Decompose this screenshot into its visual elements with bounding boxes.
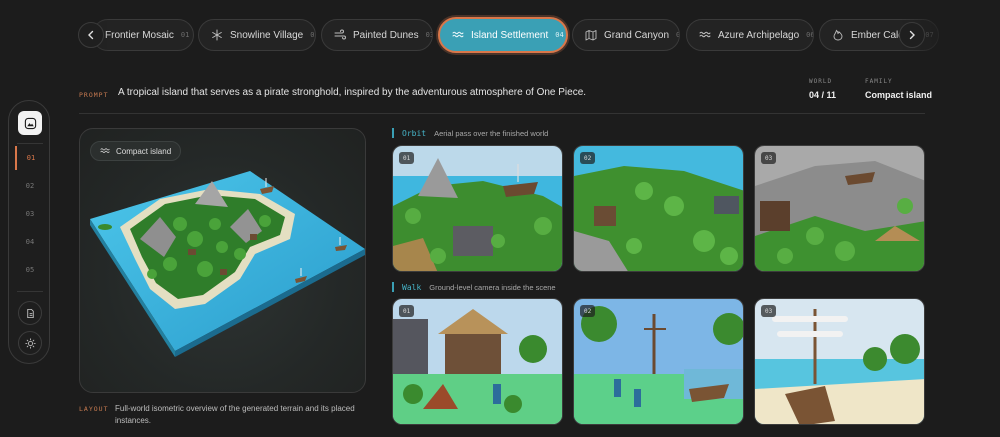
walk-description: Ground-level camera inside the scene [429, 282, 556, 292]
walk-shot-2[interactable]: 02 [573, 298, 744, 425]
wind-icon [334, 29, 346, 41]
walk-title: Walk [402, 282, 422, 292]
tab-azure-archipelago[interactable]: Azure Archipelago 06 [686, 19, 814, 51]
prev-world-button[interactable] [78, 22, 104, 48]
walk-shot-1[interactable]: 01 [392, 298, 563, 425]
tab-label: Frontier Mosaic [105, 29, 174, 41]
rail-step-5[interactable]: 05 [15, 258, 45, 282]
rail-divider [17, 143, 43, 144]
shot-number: 01 [399, 152, 415, 164]
tab-label: Grand Canyon [604, 29, 670, 41]
tab-frontier-mosaic[interactable]: Frontier Mosaic 01 [92, 19, 194, 51]
orbit-shot-3[interactable]: 03 [754, 145, 925, 272]
shot-number: 03 [761, 305, 777, 317]
island-overview-render [90, 171, 365, 357]
tab-label: Snowline Village [230, 29, 304, 41]
rail-step-2[interactable]: 02 [15, 174, 45, 198]
orbit-render-1 [393, 146, 562, 271]
tab-snowline-village[interactable]: Snowline Village 02 [198, 19, 316, 51]
rail-divider [17, 291, 43, 292]
shot-number: 01 [399, 305, 415, 317]
family-chip: Compact island [90, 141, 182, 161]
side-rail: 01 02 03 04 05 [8, 100, 50, 364]
walk-shot-3[interactable]: 03 [754, 298, 925, 425]
section-accent-bar [392, 282, 394, 292]
walk-render-2 [574, 299, 743, 424]
walk-section-header: Walk Ground-level camera inside the scen… [392, 282, 556, 292]
walk-render-3 [755, 299, 924, 424]
tab-number: 02 [310, 31, 315, 39]
tab-label: Island Settlement [471, 29, 549, 41]
orbit-section-header: Orbit Aerial pass over the finished worl… [392, 128, 548, 138]
map-icon [585, 29, 597, 41]
family-label: FAMILY [865, 78, 893, 85]
overview-card[interactable]: Compact island [79, 128, 366, 393]
tab-grand-canyon[interactable]: Grand Canyon 05 [572, 19, 680, 51]
rail-step-1[interactable]: 01 [15, 146, 45, 170]
family-value: Compact island [865, 90, 933, 100]
waves-icon [452, 29, 464, 41]
tab-label: Painted Dunes [353, 29, 419, 41]
orbit-render-3 [755, 146, 924, 271]
layout-label: LAYOUT [79, 405, 109, 413]
tab-painted-dunes[interactable]: Painted Dunes 03 [321, 19, 433, 51]
waves-icon [699, 29, 711, 41]
tab-number: 07 [925, 31, 934, 39]
snowflake-icon [211, 29, 223, 41]
family-chip-label: Compact island [116, 146, 172, 156]
rail-step-4[interactable]: 04 [15, 230, 45, 254]
tab-number: 06 [806, 31, 814, 39]
waves-icon [100, 148, 110, 153]
orbit-render-2 [574, 146, 743, 271]
tab-island-settlement[interactable]: Island Settlement 04 [438, 17, 568, 53]
tab-number: 01 [180, 31, 190, 39]
world-tabstrip: Frontier Mosaic 01 Snowline Village 02 P… [0, 16, 1000, 54]
world-label: WORLD [809, 78, 833, 85]
tab-number: 05 [676, 31, 680, 39]
tab-number: 04 [555, 31, 564, 39]
shot-number: 03 [761, 152, 777, 164]
document-icon [26, 308, 34, 318]
chevron-left-icon [88, 30, 94, 40]
orbit-shot-1[interactable]: 01 [392, 145, 563, 272]
orbit-description: Aerial pass over the finished world [434, 128, 549, 138]
tab-label: Azure Archipelago [718, 29, 800, 41]
rail-step-3[interactable]: 03 [15, 202, 45, 226]
home-button[interactable] [18, 111, 42, 135]
walk-render-1 [393, 299, 562, 424]
tab-number: 03 [425, 31, 432, 39]
theme-toggle-button[interactable] [18, 331, 42, 355]
world-counter: 04 / 11 [809, 90, 837, 100]
chevron-right-icon [909, 30, 915, 40]
mountain-icon [24, 117, 36, 129]
header-divider [79, 113, 925, 114]
shot-number: 02 [580, 305, 596, 317]
prompt-label: PROMPT [79, 91, 109, 99]
document-button[interactable] [18, 301, 42, 325]
section-accent-bar [392, 128, 394, 138]
orbit-title: Orbit [402, 128, 427, 138]
flame-icon [832, 29, 844, 41]
prompt-text: A tropical island that serves as a pirat… [118, 87, 587, 98]
sun-icon [24, 337, 36, 349]
next-world-button[interactable] [899, 22, 925, 48]
orbit-shot-2[interactable]: 02 [573, 145, 744, 272]
layout-description: Full-world isometric overview of the gen… [115, 404, 355, 425]
shot-number: 02 [580, 152, 596, 164]
